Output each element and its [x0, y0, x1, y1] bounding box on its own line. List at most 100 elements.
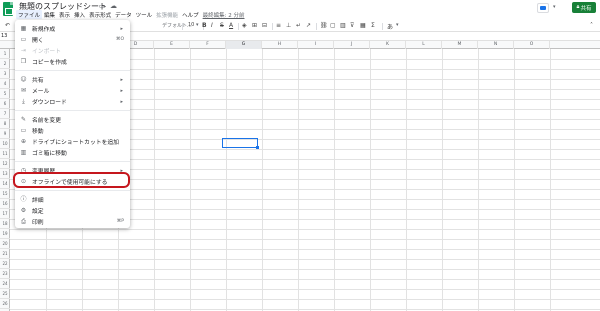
menu-7[interactable]: 拡張機能: [154, 10, 180, 19]
row-header[interactable]: 17: [0, 209, 10, 219]
column-header[interactable]: H: [262, 41, 298, 49]
move-folder-icon[interactable]: ▭: [99, 2, 106, 10]
row-header[interactable]: 3: [0, 69, 10, 79]
row-header[interactable]: 13: [0, 169, 10, 179]
cloud-status-icon[interactable]: ☁: [110, 2, 117, 10]
font-size-select[interactable]: 10: [188, 22, 194, 28]
text-rotation-icon[interactable]: ↗: [306, 22, 311, 29]
file-menu-item[interactable]: ▭ 開く ⌘O: [15, 34, 130, 45]
input-tools-dropdown-icon[interactable]: ▾: [396, 22, 399, 28]
menu-4[interactable]: 表示形式: [87, 10, 113, 19]
file-menu-item[interactable]: ⊕ ドライブにショートカットを追加: [15, 136, 130, 147]
file-menu-item[interactable]: ▭ 移動: [15, 125, 130, 136]
file-menu-item[interactable]: ▥ ゴミ箱に移動: [15, 147, 130, 158]
meet-dropdown-icon[interactable]: ▾: [553, 4, 556, 10]
shortcut-hint: ⌘O: [115, 37, 124, 42]
row-header-column: 1 2 3 4 5 6 7 8 9 10 11 12 13 14 15 16 17 18 19 20 21 22 23 24 2…: [0, 49, 10, 311]
row-header[interactable]: 11: [0, 149, 10, 159]
menu-6[interactable]: ツール: [134, 10, 155, 19]
column-header[interactable]: J: [334, 41, 370, 49]
row-header[interactable]: 12: [0, 159, 10, 169]
menu-5[interactable]: データ: [113, 10, 134, 19]
row-header[interactable]: 18: [0, 219, 10, 229]
file-menu-item[interactable]: ⓘ 詳細: [15, 194, 130, 205]
column-header[interactable]: E: [154, 41, 190, 49]
file-menu-item-label: 詳細: [32, 198, 44, 204]
row-header[interactable]: 14: [0, 179, 10, 189]
file-menu-item[interactable]: ⤓ ダウンロード ▸: [15, 96, 130, 107]
row-header[interactable]: 24: [0, 279, 10, 289]
row-header[interactable]: 5: [0, 89, 10, 99]
collapse-toolbar-icon[interactable]: ˄: [590, 22, 593, 29]
text-wrap-icon[interactable]: ↵: [296, 22, 301, 29]
menu-9[interactable]: 最終編集: 2 分前: [201, 10, 247, 19]
folder-icon: ▭: [20, 36, 27, 43]
menu-8[interactable]: ヘルプ: [180, 10, 201, 19]
file-menu-item[interactable]: ⎙ 印刷 ⌘P: [15, 216, 130, 227]
meet-button[interactable]: [537, 3, 549, 13]
row-header[interactable]: 7: [0, 109, 10, 119]
menu-0[interactable]: ファイル: [16, 10, 43, 19]
share-button[interactable]: 🔒︎ 共有: [572, 2, 596, 13]
file-menu-item[interactable]: ❐ コピーを作成: [15, 56, 130, 67]
row-header[interactable]: 1: [0, 49, 10, 59]
insert-chart-icon[interactable]: ▥: [340, 22, 346, 29]
file-menu-item[interactable]: ☺ 共有 ▸: [15, 74, 130, 85]
text-color-button[interactable]: A: [229, 22, 233, 29]
bold-button[interactable]: B: [202, 22, 207, 29]
toolbar-divider: [182, 23, 183, 30]
merge-cells-icon[interactable]: ⊟: [262, 22, 267, 29]
filter-views-icon[interactable]: ▦: [360, 22, 366, 29]
top-bar: 無題のスプレッドシート ▭ ☁ ファイル 編集 表示 挿入 表示形式 データ ツール 拡張機能…: [0, 0, 600, 20]
horizontal-align-icon[interactable]: ≡: [276, 22, 281, 29]
file-menu-item-label: 印刷: [32, 220, 44, 226]
row-header[interactable]: 8: [0, 119, 10, 129]
name-box[interactable]: 13: [1, 33, 7, 39]
row-header[interactable]: 9: [0, 129, 10, 139]
file-menu-item[interactable]: ▦ 新規作成 ▸: [15, 23, 130, 34]
insert-link-icon[interactable]: ⛓: [320, 22, 328, 29]
column-header[interactable]: G: [226, 41, 262, 49]
input-tools-icon[interactable]: あ: [387, 22, 393, 31]
menu-1[interactable]: 編集: [42, 10, 57, 19]
column-header[interactable]: K: [370, 41, 406, 49]
vertical-align-icon[interactable]: ⊥: [286, 22, 291, 29]
filter-icon[interactable]: ⊽: [350, 22, 354, 29]
column-header[interactable]: O: [514, 41, 550, 49]
row-header[interactable]: 21: [0, 249, 10, 259]
menu-2[interactable]: 表示: [57, 10, 72, 19]
file-menu-item[interactable]: ✉ メール ▸: [15, 85, 130, 96]
menu-3[interactable]: 挿入: [72, 10, 87, 19]
row-header[interactable]: 4: [0, 79, 10, 89]
row-header[interactable]: 20: [0, 239, 10, 249]
row-header[interactable]: 22: [0, 259, 10, 269]
undo-icon[interactable]: ↶: [5, 22, 10, 29]
row-header[interactable]: 19: [0, 229, 10, 239]
row-header[interactable]: 2: [0, 59, 10, 69]
insert-comment-icon[interactable]: ▢: [330, 22, 336, 29]
column-header[interactable]: N: [478, 41, 514, 49]
strikethrough-button[interactable]: S: [220, 22, 224, 29]
fill-color-icon[interactable]: ◈: [242, 22, 247, 29]
row-header[interactable]: 16: [0, 199, 10, 209]
font-size-dropdown-icon[interactable]: ▾: [196, 22, 199, 28]
functions-sigma-icon[interactable]: Σ: [371, 22, 375, 29]
column-header[interactable]: L: [406, 41, 442, 49]
sheets-logo-icon[interactable]: [3, 2, 13, 16]
italic-button[interactable]: I: [211, 22, 213, 29]
grid-row-line: [10, 239, 600, 240]
file-menu-item[interactable]: ⚙ 設定: [15, 205, 130, 216]
row-header[interactable]: 15: [0, 189, 10, 199]
row-header[interactable]: 23: [0, 269, 10, 279]
fill-handle[interactable]: [256, 146, 259, 149]
borders-icon[interactable]: ⊞: [252, 22, 257, 29]
column-header[interactable]: F: [190, 41, 226, 49]
row-header[interactable]: 10: [0, 139, 10, 149]
row-header[interactable]: 26: [0, 299, 10, 309]
column-header[interactable]: M: [442, 41, 478, 49]
row-header[interactable]: 6: [0, 99, 10, 109]
row-header[interactable]: 25: [0, 289, 10, 299]
file-menu-item[interactable]: ✎ 名前を変更: [15, 114, 130, 125]
selected-cell[interactable]: [222, 138, 259, 149]
column-header[interactable]: I: [298, 41, 334, 49]
